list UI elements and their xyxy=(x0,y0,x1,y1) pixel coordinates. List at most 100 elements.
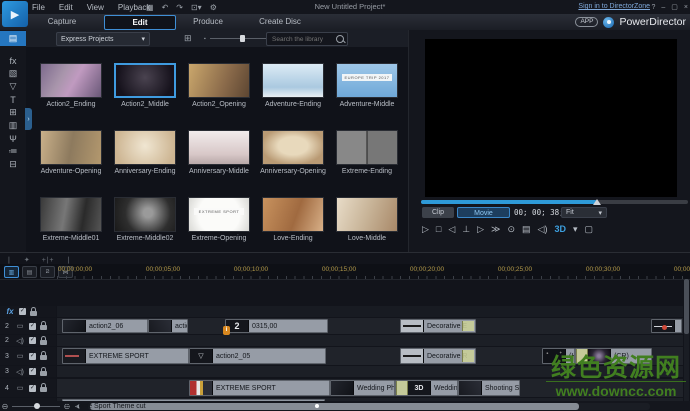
3d-dropdown-icon[interactable]: ▾ xyxy=(573,224,578,235)
library-item-thumbnail[interactable]: EXTREME SPORT xyxy=(188,197,250,232)
ruler-ticks[interactable]: 00;00;00;0000;00;05;0000;00;10;0000;00;1… xyxy=(57,264,690,279)
preview-video-area[interactable] xyxy=(425,39,677,197)
library-search-box[interactable] xyxy=(266,32,348,46)
timeline-zoom-slider[interactable] xyxy=(12,406,60,407)
library-item-thumbnail[interactable] xyxy=(114,130,176,165)
audio-track-3[interactable] xyxy=(57,366,683,377)
track-enable-checkbox[interactable]: ✓ xyxy=(29,337,36,344)
video-track-3[interactable]: EXTREME SPORT▽action2_05Decorative R(Ha(… xyxy=(57,347,683,365)
mute-button[interactable]: ◁) xyxy=(538,224,548,235)
track-lock-icon[interactable] xyxy=(40,355,47,360)
timeline-clip[interactable]: action2 xyxy=(148,319,188,333)
library-item[interactable]: Love-Middle xyxy=(336,197,398,242)
audio-mixing-room[interactable]: ▥ xyxy=(0,119,26,132)
tab-edit[interactable]: Edit xyxy=(104,15,176,30)
settings-gear-icon[interactable]: ⚙ xyxy=(210,3,217,12)
track-enable-checkbox[interactable]: ✓ xyxy=(29,353,36,360)
dual-preview-icon[interactable]: ⧄ xyxy=(40,266,55,278)
library-item[interactable]: Extreme-Ending xyxy=(336,130,398,175)
timeline-clip[interactable]: (CR) xyxy=(575,348,652,364)
save-icon[interactable]: ▦ xyxy=(146,3,154,12)
library-item[interactable]: Extreme-Middle02 xyxy=(114,197,176,242)
track-enable-checkbox[interactable]: ✓ xyxy=(19,308,26,315)
track-lock-icon[interactable] xyxy=(40,340,47,345)
redo-icon[interactable]: ↷ xyxy=(176,3,183,12)
preview-quality-button[interactable]: ▤ xyxy=(522,224,531,235)
hscroll-thumb[interactable] xyxy=(90,403,579,410)
library-item-thumbnail[interactable] xyxy=(336,130,398,165)
restore-icon[interactable]: ▢ xyxy=(671,3,678,11)
library-item[interactable]: Adventure-Opening xyxy=(40,130,102,175)
movie-mode-button[interactable]: Movie xyxy=(457,207,510,218)
play-button[interactable]: ▷ xyxy=(422,224,429,235)
transition-icon[interactable] xyxy=(576,349,588,363)
fx-track[interactable] xyxy=(57,306,683,317)
timeline-clip[interactable]: action2_06 xyxy=(62,319,148,333)
library-item-thumbnail[interactable] xyxy=(262,63,324,98)
library-item-thumbnail[interactable] xyxy=(114,63,176,98)
library-item[interactable]: Action2_Ending xyxy=(40,63,102,108)
library-filter-dropdown[interactable]: Express Projects ▾ xyxy=(56,32,150,46)
transition-icon[interactable] xyxy=(396,381,408,395)
library-item[interactable]: Anniversary-Ending xyxy=(114,130,176,175)
aspect-ratio-icon[interactable]: ⊡▾ xyxy=(191,3,202,12)
library-item[interactable]: Adventure-Ending xyxy=(262,63,324,108)
pip-objects-room[interactable]: ▧ xyxy=(0,67,26,80)
timeline-clip[interactable]: Wedding Pho xyxy=(330,380,395,396)
clip-mode-button[interactable]: Clip xyxy=(422,207,454,218)
timeline-clip[interactable]: Decorative R xyxy=(400,348,476,364)
track-lock-icon[interactable] xyxy=(40,325,47,330)
timeline-clip[interactable]: EXTREME SPORT xyxy=(62,348,189,364)
library-item-thumbnail[interactable] xyxy=(262,197,324,232)
library-item-thumbnail[interactable] xyxy=(40,130,102,165)
track-lock-icon[interactable] xyxy=(30,311,37,316)
timeline-clip[interactable]: EXTREME SPORT xyxy=(189,380,330,396)
vscroll-thumb[interactable] xyxy=(684,279,689,334)
timeline-clip[interactable]: Decorative E xyxy=(400,319,476,333)
video-track-4[interactable]: EXTREME SPORTWedding Pho3DWedding PropSh… xyxy=(57,379,683,397)
fix-enhance-icon[interactable]: ✦ xyxy=(24,256,30,264)
stop-button[interactable]: □ xyxy=(436,224,441,234)
transition-icon[interactable] xyxy=(462,350,474,362)
track-enable-checkbox[interactable]: ✓ xyxy=(29,385,36,392)
next-frame-button[interactable]: ▷ xyxy=(477,224,484,235)
zoom-out-button[interactable]: ⊖ xyxy=(0,402,10,411)
library-item[interactable]: Love-Ending xyxy=(262,197,324,242)
timeline-ruler[interactable]: ▥▤⧄⋈ 00;00;00;0000;00;05;0000;00;10;0000… xyxy=(0,264,690,280)
library-item-thumbnail[interactable] xyxy=(188,63,250,98)
library-item[interactable]: Anniversary-Opening xyxy=(262,130,324,175)
sidebar-expander[interactable]: › xyxy=(25,108,32,130)
zoom-fit-dropdown[interactable]: Fit ▾ xyxy=(561,207,607,218)
timeline-clip[interactable]: 20315,00i xyxy=(225,319,328,333)
snapshot-button[interactable]: ⊙ xyxy=(507,224,515,235)
library-item-thumbnail[interactable] xyxy=(336,197,398,232)
previous-frame-button[interactable]: ◁ xyxy=(448,224,455,235)
slider-thumb[interactable] xyxy=(240,35,245,42)
grid-view-icon[interactable]: ⊞ xyxy=(184,33,192,44)
tab-create-disc[interactable]: Create Disc xyxy=(242,15,318,28)
library-item[interactable]: EUROPE TRIP 2017Adventure-Middle xyxy=(336,63,398,108)
keyframe-dot[interactable] xyxy=(315,404,319,408)
undock-preview-button[interactable]: ▢ xyxy=(585,224,594,235)
library-item-thumbnail[interactable]: EUROPE TRIP 2017 xyxy=(336,63,398,98)
menu-view[interactable]: View xyxy=(87,3,104,12)
close-icon[interactable]: × xyxy=(684,4,688,11)
media-room[interactable]: ▤ xyxy=(0,31,26,46)
transition-room[interactable]: ⊞ xyxy=(0,106,26,119)
storyboard-view-icon[interactable]: ▤ xyxy=(22,266,37,278)
subtitle-room[interactable]: ⊟ xyxy=(0,158,26,171)
menu-edit[interactable]: Edit xyxy=(59,3,73,12)
menu-file[interactable]: File xyxy=(32,3,45,12)
tab-capture[interactable]: Capture xyxy=(20,15,104,28)
timeline-clip[interactable]: 3DWedding Prop xyxy=(395,380,458,396)
minimize-icon[interactable]: – xyxy=(661,4,665,11)
timeline-view-icon[interactable]: ▥ xyxy=(4,266,19,278)
split-clip-icon[interactable]: +∣+ xyxy=(42,256,54,264)
library-item[interactable]: EXTREME SPORTExtreme-Opening xyxy=(188,197,250,242)
library-item-thumbnail[interactable] xyxy=(262,130,324,165)
tab-produce[interactable]: Produce xyxy=(176,15,240,28)
app-badge[interactable]: APP xyxy=(575,17,598,27)
library-item-thumbnail[interactable] xyxy=(40,197,102,232)
particle-room[interactable]: ▽ xyxy=(0,80,26,93)
title-room[interactable]: T xyxy=(0,93,26,106)
